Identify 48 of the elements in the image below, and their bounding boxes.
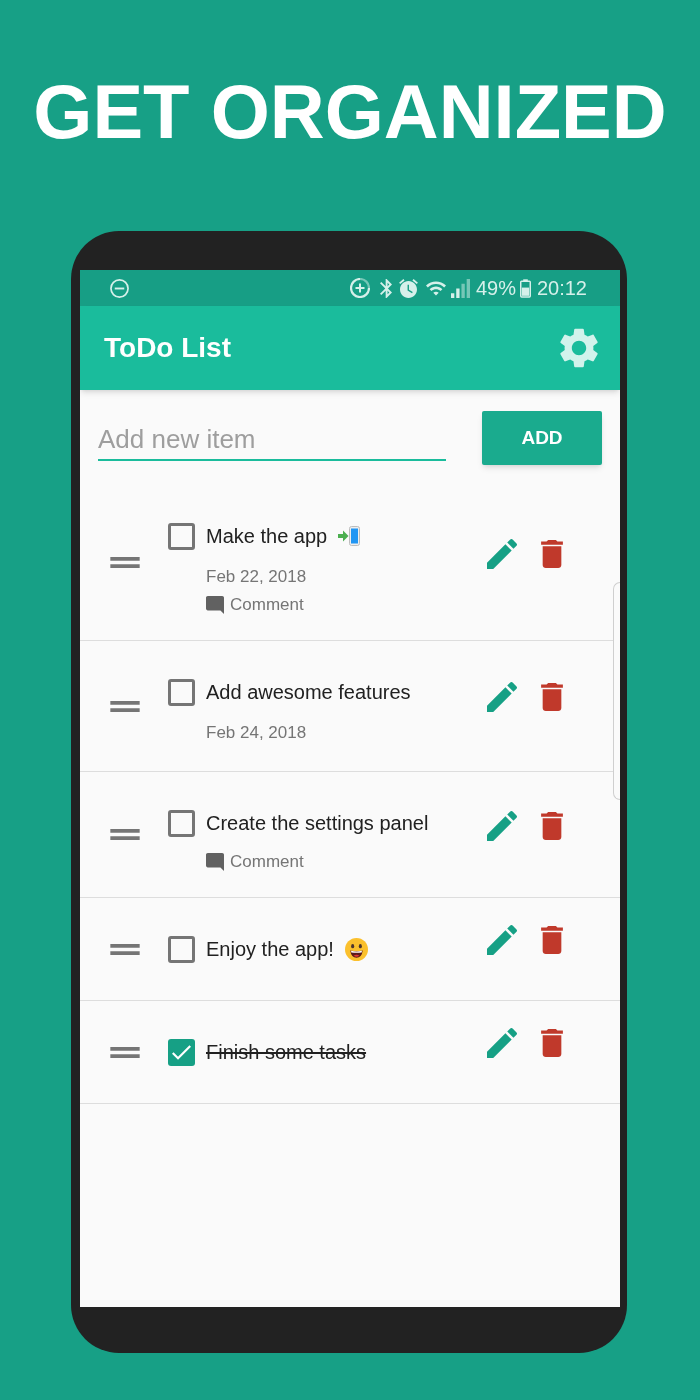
- input-field[interactable]: Add new item: [98, 419, 446, 461]
- edge-panel-handle[interactable]: [613, 582, 620, 800]
- task-title: Finish some tasks: [206, 1040, 367, 1065]
- check-icon: [172, 1044, 191, 1060]
- task-date: Feb 22, 2018: [206, 566, 307, 588]
- checkbox[interactable]: [168, 522, 195, 550]
- checkbox[interactable]: [168, 678, 195, 706]
- grinning-face-icon: [344, 937, 368, 961]
- pencil-icon[interactable]: [487, 1028, 517, 1058]
- checkbox[interactable]: [168, 1038, 195, 1066]
- app-title: ToDo List: [104, 331, 232, 365]
- data-saver-icon: [349, 278, 370, 298]
- battery-percent: 49%: [475, 276, 516, 301]
- signal-icon: [450, 278, 470, 298]
- drag-handle-icon[interactable]: [110, 557, 140, 568]
- comment-icon: [206, 853, 224, 871]
- clock-time: 20:12: [536, 276, 587, 301]
- drag-handle-icon[interactable]: [110, 829, 140, 840]
- pencil-icon[interactable]: [487, 538, 517, 569]
- checkbox[interactable]: [168, 935, 195, 963]
- task-title: Add awesome features: [206, 680, 411, 705]
- trash-icon[interactable]: [541, 539, 563, 568]
- phone-arrow-icon: [338, 526, 361, 546]
- wifi-icon: [425, 280, 446, 296]
- add-button[interactable]: ADD: [482, 411, 602, 465]
- drag-handle-icon[interactable]: [110, 943, 140, 955]
- task-date: Feb 24, 2018: [206, 722, 307, 744]
- trash-icon[interactable]: [541, 683, 563, 711]
- pencil-icon[interactable]: [487, 925, 517, 955]
- drag-handle-icon[interactable]: [110, 1046, 140, 1058]
- do-not-disturb-icon: [110, 278, 129, 298]
- pencil-icon[interactable]: [487, 682, 517, 712]
- comment-label[interactable]: Comment: [230, 593, 304, 617]
- drag-handle-icon[interactable]: [110, 700, 140, 712]
- pencil-icon[interactable]: [487, 810, 517, 841]
- headline: GET ORGANIZED: [33, 74, 667, 150]
- trash-icon[interactable]: [541, 926, 563, 954]
- trash-icon[interactable]: [541, 811, 563, 840]
- bluetooth-icon: [379, 278, 392, 298]
- comment-icon: [206, 596, 224, 614]
- comment-label[interactable]: Comment: [230, 850, 304, 874]
- battery-icon: [519, 278, 531, 298]
- task-title: Make the app: [206, 524, 328, 549]
- task-title: Enjoy the app!: [206, 937, 334, 962]
- trash-icon[interactable]: [541, 1029, 563, 1057]
- checkbox[interactable]: [168, 809, 195, 837]
- task-title: Create the settings panel: [206, 811, 429, 836]
- alarm-icon: [398, 278, 418, 298]
